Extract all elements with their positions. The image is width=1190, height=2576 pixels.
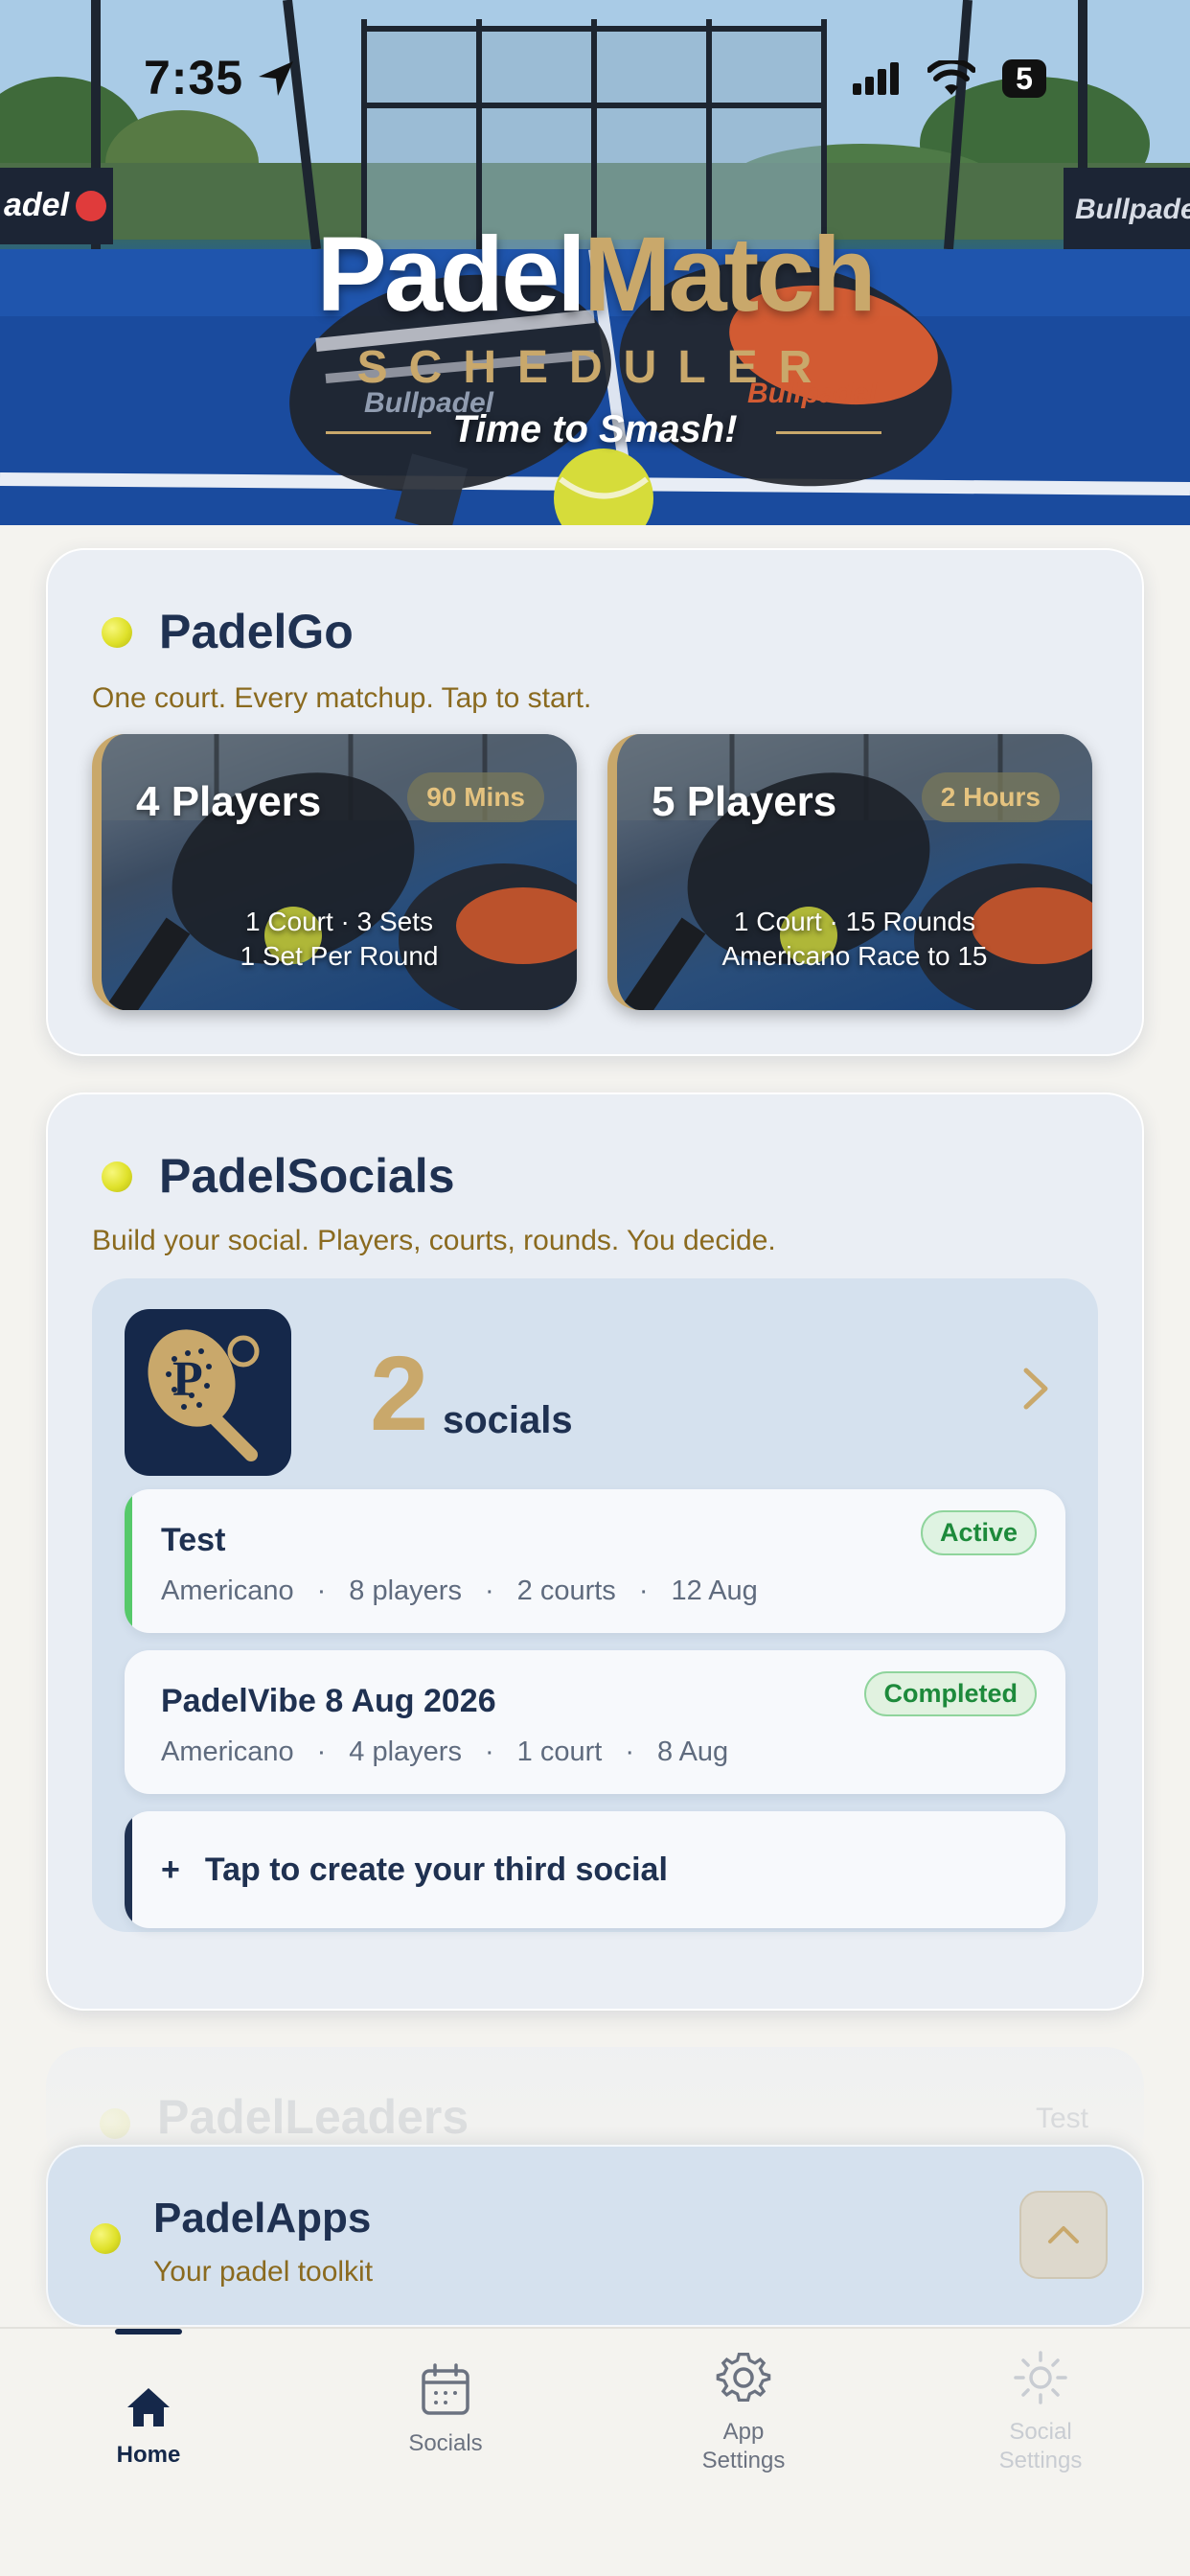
padelgo-tile-5-players[interactable]: 5 Players 2 Hours 1 Court · 15 Rounds Am… [607,734,1092,1010]
meta-separator: · [316,1736,327,1767]
tab-home[interactable]: Home [53,2386,244,2470]
meta-separator: · [316,1576,327,1606]
social-date: 12 Aug [671,1576,758,1606]
social-format: Americano [161,1576,294,1606]
meta-separator: · [484,1736,494,1767]
meta-separator: · [625,1736,634,1767]
socials-count-label: socials [443,1399,573,1441]
social-date: 8 Aug [656,1736,729,1767]
meta-separator: · [484,1576,494,1606]
padelgo-card: PadelGo One court. Every matchup. Tap to… [46,548,1144,1056]
padelsocials-subtitle: Build your social. Players, courts, roun… [92,1225,776,1256]
banner-text-right: Bullpade [1075,194,1190,225]
hero-tagline: Time to Smash! [452,408,738,450]
tile-duration-badge: 90 Mins [407,772,544,822]
tile-detail-line-1: 1 Court · 15 Rounds [733,907,976,936]
padelgo-subtitle: One court. Every matchup. Tap to start. [92,682,592,714]
chevron-right-icon [1023,1368,1048,1410]
tennis-ball-icon [90,2223,121,2254]
banner-text-left: adel [4,187,71,223]
social-players: 8 players [349,1576,462,1606]
social-players: 4 players [349,1736,462,1767]
location-arrow-icon [259,61,293,96]
bottom-tab-bar: Home Socials App Settings Social Setting… [0,2327,1190,2576]
tennis-ball-icon [102,617,132,648]
social-list-item[interactable]: Test Active Americano · 8 players · 2 co… [125,1489,1065,1633]
social-meta: Americano · 8 players · 2 courts · 12 Au… [161,1576,758,1607]
cellular-signal-icon [853,62,899,95]
social-name: Test [161,1522,226,1558]
tile-duration-badge: 2 Hours [921,772,1060,822]
padelsocials-card: PadelSocials Build your social. Players,… [46,1092,1144,2011]
padelapps-bar[interactable]: PadelApps Your padel toolkit [46,2145,1144,2327]
tennis-ball-icon [102,1162,132,1192]
gear-icon [716,2352,771,2403]
plus-icon: + [161,1851,180,1888]
status-badge: Active [920,1510,1037,1555]
home-icon [127,2388,170,2426]
create-social-row: + Tap to create your third social [125,1811,1065,1928]
tab-app-settings[interactable]: App Settings [648,2350,839,2475]
app-brand-title: PadelMatch [0,222,1190,328]
sun-gear-icon [1014,2351,1067,2404]
tile-detail-line-2: Americano Race to 15 [721,941,988,971]
status-bar: 7:35 5 [0,0,1190,144]
padelapps-title: PadelApps [153,2195,372,2242]
status-badge: Completed [864,1671,1037,1716]
status-icons: 5 [853,59,1046,98]
tab-label: App Settings [701,2419,786,2473]
padelleaders-peek: Test [1035,2103,1088,2134]
padelapps-subtitle: Your padel toolkit [153,2256,374,2288]
active-accent-bar [125,1489,132,1633]
tab-socials[interactable]: Socials [350,2363,541,2458]
social-name: PadelVibe 8 Aug 2026 [161,1683,496,1719]
svg-text:P: P [172,1352,203,1407]
tile-players-label: 5 Players [652,778,837,825]
hero-banner: adel Bullpade Bullpadel Bullpadel 7:35 5… [0,0,1190,525]
social-format: Americano [161,1736,294,1767]
tile-detail-line-1: 1 Court · 3 Sets [244,907,434,936]
battery-indicator: 5 [1002,59,1046,98]
tile-detail-line-2: 1 Set Per Round [240,941,439,971]
padel-racket-logo-icon: P [148,1329,260,1461]
padelgo-title: PadelGo [159,605,354,658]
padelsocials-logo: P [125,1309,291,1476]
tennis-ball-icon [100,2108,130,2139]
socials-summary-row[interactable]: P 2 socials [92,1278,1098,1489]
padelleaders-title: PadelLeaders [157,2090,469,2144]
tab-label: Social Settings [998,2419,1083,2473]
brand-padel: Padel [316,216,585,334]
social-meta: Americano · 4 players · 1 court · 8 Aug [161,1736,728,1768]
expand-up-button[interactable] [1019,2191,1108,2279]
meta-separator: · [638,1576,649,1606]
calendar-icon [422,2363,469,2415]
create-social-button[interactable]: + Tap to create your third social [125,1811,1065,1928]
tile-players-label: 4 Players [136,778,322,825]
social-courts: 1 court [516,1736,603,1767]
padelgo-tile-4-players[interactable]: 4 Players 90 Mins 1 Court · 3 Sets 1 Set… [92,734,577,1010]
social-list-item[interactable]: PadelVibe 8 Aug 2026 Completed Americano… [125,1650,1065,1794]
wifi-icon [927,60,975,95]
status-time: 7:35 [144,51,244,104]
padelsocials-title: PadelSocials [159,1149,455,1203]
brand-match: Match [583,216,877,334]
brand-subtitle: SCHEDULER [356,342,834,393]
create-social-label: Tap to create your third social [204,1851,668,1888]
tab-social-settings[interactable]: Social Settings [945,2350,1136,2475]
social-courts: 2 courts [516,1576,616,1606]
tab-label: Socials [408,2430,483,2456]
socials-count: 2 [370,1335,429,1453]
tab-label: Home [116,2442,181,2468]
socials-panel: P 2 socials Test Active Americano · 8 pl… [92,1278,1098,1932]
chevron-up-icon [1048,2226,1079,2243]
active-tab-indicator [115,2329,182,2334]
